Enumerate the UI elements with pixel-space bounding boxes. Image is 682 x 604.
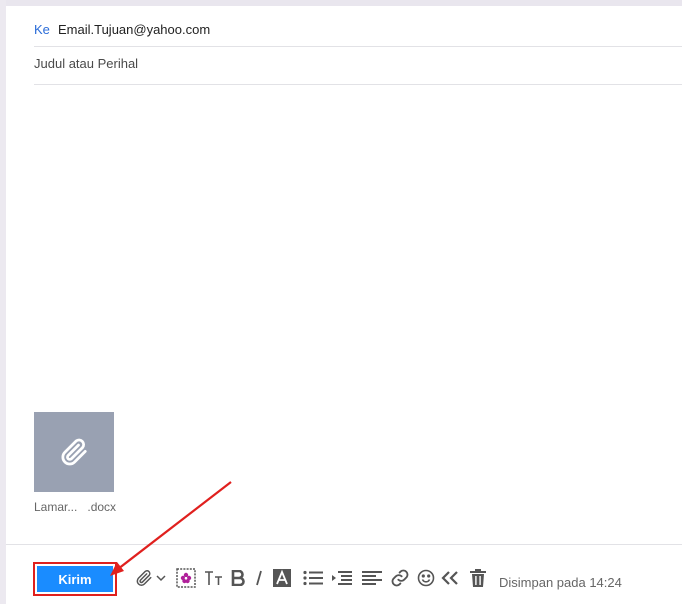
bullet-list-icon[interactable] — [303, 568, 323, 588]
text-color-icon[interactable] — [272, 568, 292, 588]
send-highlight-box: Kirim — [33, 562, 117, 596]
compose-toolbar: Kirim Disimpan pada 14:24 — [6, 554, 682, 598]
link-icon[interactable] — [390, 568, 410, 588]
attachment-thumbnail[interactable] — [34, 412, 114, 492]
emoji-icon[interactable] — [416, 568, 436, 588]
indent-icon[interactable] — [332, 568, 352, 588]
subject-row — [34, 48, 682, 85]
trash-icon[interactable] — [468, 568, 488, 588]
paperclip-icon — [61, 438, 87, 466]
recipient-row[interactable]: Ke Email.Tujuan@yahoo.com — [34, 12, 682, 47]
toolbar-divider — [6, 544, 682, 545]
compose-panel: Ke Email.Tujuan@yahoo.com Lamar....docx … — [6, 6, 682, 604]
to-label: Ke — [34, 22, 50, 37]
align-icon[interactable] — [362, 568, 382, 588]
attachment-name-start: Lamar... — [34, 500, 78, 514]
recipient-chip[interactable]: Email.Tujuan@yahoo.com — [58, 22, 210, 37]
attachment-card[interactable]: Lamar... .docx — [34, 412, 117, 514]
save-status: Disimpan pada 14:24 — [499, 575, 622, 590]
italic-icon[interactable] — [249, 568, 269, 588]
text-size-icon[interactable] — [203, 568, 223, 588]
send-button[interactable]: Kirim — [37, 566, 113, 592]
rich-text-icon[interactable] — [440, 568, 460, 588]
bold-icon[interactable] — [228, 568, 248, 588]
attachment-name-end: .docx — [87, 500, 117, 514]
attachment-filename: Lamar... .docx — [34, 500, 117, 514]
subject-input[interactable] — [34, 56, 534, 71]
chevron-down-icon[interactable] — [155, 568, 167, 588]
attach-icon[interactable] — [134, 568, 154, 588]
stationery-icon[interactable] — [176, 568, 196, 588]
